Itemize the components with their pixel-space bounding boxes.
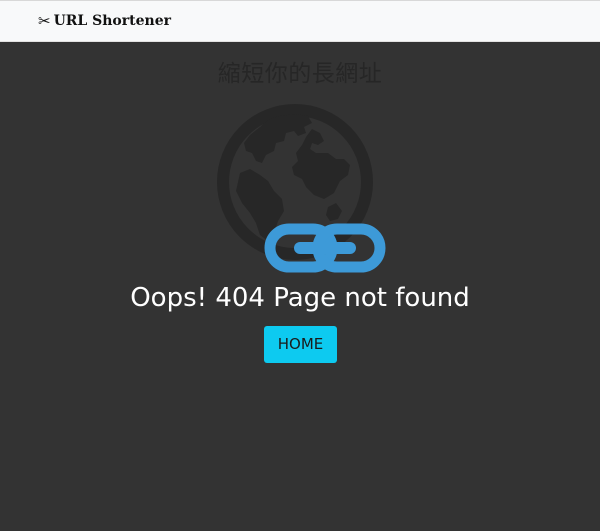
link-icon [264,223,386,273]
navbar: ✂ URL Shortener [0,0,600,42]
scissors-icon: ✂ [38,12,51,30]
brand-text: URL Shortener [53,13,171,29]
home-button[interactable]: HOME [264,326,337,363]
error-message: Oops! 404 Page not found [130,283,470,313]
brand-link[interactable]: ✂ URL Shortener [38,12,171,30]
background-title: 縮短你的長網址 [217,61,383,87]
